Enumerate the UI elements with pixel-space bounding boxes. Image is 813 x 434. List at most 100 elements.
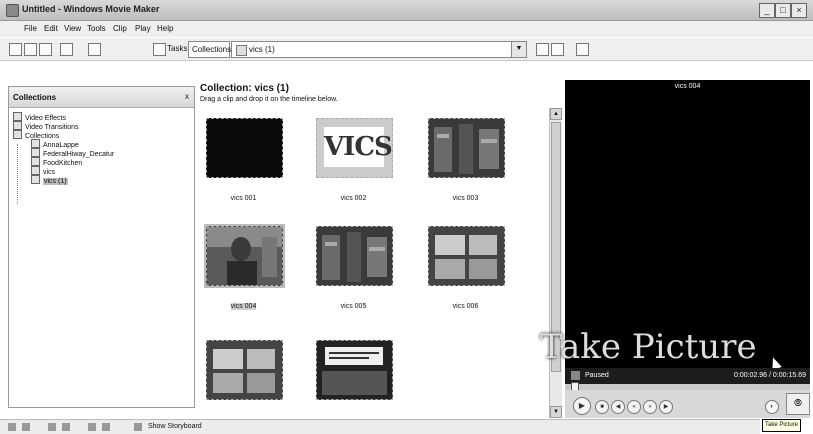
narrate-icon[interactable] [22, 423, 30, 431]
take-picture-button[interactable]: ⦾ [786, 393, 810, 415]
clip-grid: vics 001 VICS vics 002 vics 003 vics 004 vics… [196, 108, 548, 411]
page-subtitle: Drag a clip and drop it on the timeline … [200, 96, 338, 103]
previous-frame-button[interactable]: ◀ [611, 400, 625, 414]
close-icon[interactable]: x [185, 92, 189, 101]
folder-icon [31, 166, 40, 175]
scroll-up-icon[interactable]: ▲ [550, 108, 562, 120]
show-storyboard-button[interactable]: Show Storyboard [148, 423, 202, 430]
collections-button-label: Collections [192, 45, 232, 54]
clip-thumbnail[interactable] [428, 226, 505, 286]
menu-clip[interactable]: Clip [113, 24, 127, 33]
close-button[interactable]: × [791, 3, 807, 18]
clip-item[interactable]: VICS vics 002 [316, 118, 396, 202]
clip-label: vics 004 [230, 303, 257, 310]
menu-edit[interactable]: Edit [44, 24, 58, 33]
stop-button[interactable]: ■ [595, 400, 609, 414]
folder-icon [31, 157, 40, 166]
folder-icon [13, 130, 22, 139]
clip-thumbnail[interactable] [316, 226, 393, 286]
rewind-icon[interactable] [88, 423, 96, 431]
clip-item[interactable] [316, 340, 396, 417]
time-readout: 0:00:02.96 / 0:00:15.69 [733, 372, 806, 379]
page-title: Collection: vics (1) [200, 83, 289, 94]
window-title: Untitled - Windows Movie Maker [22, 4, 160, 14]
clip-thumbnail[interactable] [204, 224, 285, 288]
clip-thumbnail[interactable] [316, 340, 393, 400]
split-clip-button[interactable]: ◐ [765, 400, 779, 414]
clip-grid-scrollbar[interactable]: ▲ ▼ [549, 108, 562, 418]
minimize-button[interactable]: _ [759, 3, 775, 18]
clip-label: vics 006 [452, 303, 479, 310]
status-text: Paused [585, 372, 609, 379]
open-project-icon[interactable] [24, 43, 37, 56]
storyboard-icon[interactable] [134, 423, 142, 431]
clip-label-row: vics 005 [316, 303, 391, 310]
forward-button[interactable]: » [643, 400, 657, 414]
next-frame-button[interactable]: ▶ [659, 400, 673, 414]
clip-item[interactable] [206, 340, 286, 417]
collections-button[interactable]: Collections [188, 41, 232, 58]
zoom-in-icon[interactable] [48, 423, 56, 431]
preview-title: vics 004 [674, 83, 701, 90]
clip-thumbnail[interactable] [428, 118, 505, 178]
chevron-down-icon[interactable]: ▼ [511, 42, 526, 57]
menu-bar: File Edit View Tools Clip Play Help [0, 21, 813, 37]
menu-view[interactable]: View [64, 24, 81, 33]
clip-label-row: vics 006 [428, 303, 503, 310]
maximize-button[interactable]: □ [775, 3, 791, 18]
app-icon [6, 4, 19, 17]
zoom-out-icon[interactable] [62, 423, 70, 431]
collections-pane: Collections x Video Effects Video Transit… [8, 86, 195, 408]
sign-image [317, 341, 392, 399]
tasks-icon[interactable] [153, 43, 166, 56]
preview-status-bar: Paused 0:00:02.96 / 0:00:15.69 [565, 368, 810, 384]
tasks-button[interactable]: Tasks [167, 44, 187, 53]
clip-item[interactable]: vics 006 [428, 226, 508, 310]
collections-pane-header: Collections x [9, 87, 194, 108]
new-project-icon[interactable] [9, 43, 22, 56]
back-button[interactable]: « [627, 400, 641, 414]
menu-help[interactable]: Help [157, 24, 173, 33]
timeline-icon[interactable] [8, 423, 16, 431]
play-button[interactable]: ▶ [573, 397, 591, 415]
menu-play[interactable]: Play [135, 24, 151, 33]
new-collection-icon[interactable] [551, 43, 564, 56]
redo-icon[interactable] [88, 43, 101, 56]
collection-folder-icon [236, 45, 247, 56]
folder-icon [31, 148, 40, 157]
menu-file[interactable]: File [24, 24, 37, 33]
take-picture-tooltip: Take Picture [762, 419, 802, 432]
clip-label: vics 001 [230, 195, 257, 202]
clip-item[interactable]: vics 003 [428, 118, 508, 202]
scroll-down-icon[interactable]: ▼ [550, 406, 562, 418]
clip-item[interactable]: vics 005 [316, 226, 396, 310]
clip-label-row: vics 004 [206, 303, 281, 310]
folder-icon [13, 112, 22, 121]
undo-icon[interactable] [60, 43, 73, 56]
folder-icon [31, 139, 40, 148]
clip-thumbnail[interactable] [206, 118, 283, 178]
clip-item[interactable]: vics 001 [206, 118, 286, 202]
clip-label-row: vics 002 [316, 195, 391, 202]
clip-thumbnail[interactable]: VICS [316, 118, 393, 178]
tree-item[interactable]: vics (1) [31, 175, 68, 185]
boxes-image [207, 341, 282, 399]
clip-label-row: vics 003 [428, 195, 503, 202]
clip-thumbnail[interactable] [206, 340, 283, 400]
views-icon[interactable] [576, 43, 589, 56]
store-aisle-image [317, 227, 392, 285]
clip-label-row: vics 001 [206, 195, 281, 202]
menu-tools[interactable]: Tools [87, 24, 106, 33]
folder-icon [13, 121, 22, 130]
collection-combo[interactable]: vics (1) ▼ [231, 41, 527, 58]
folder-icon [31, 175, 40, 184]
play-storyboard-icon[interactable] [102, 423, 110, 431]
store-aisle-image [429, 119, 504, 177]
toolbar: Tasks Collections vics (1) ▼ [0, 38, 813, 61]
up-one-level-icon[interactable] [536, 43, 549, 56]
clip-label: vics 002 [340, 195, 367, 202]
playback-controls: ▶ ■ ◀ « » ▶ ◐ [565, 390, 810, 418]
title-bar: Untitled - Windows Movie Maker _ □ × [0, 0, 813, 21]
save-project-icon[interactable] [39, 43, 52, 56]
clip-item[interactable]: vics 004 [204, 224, 286, 310]
